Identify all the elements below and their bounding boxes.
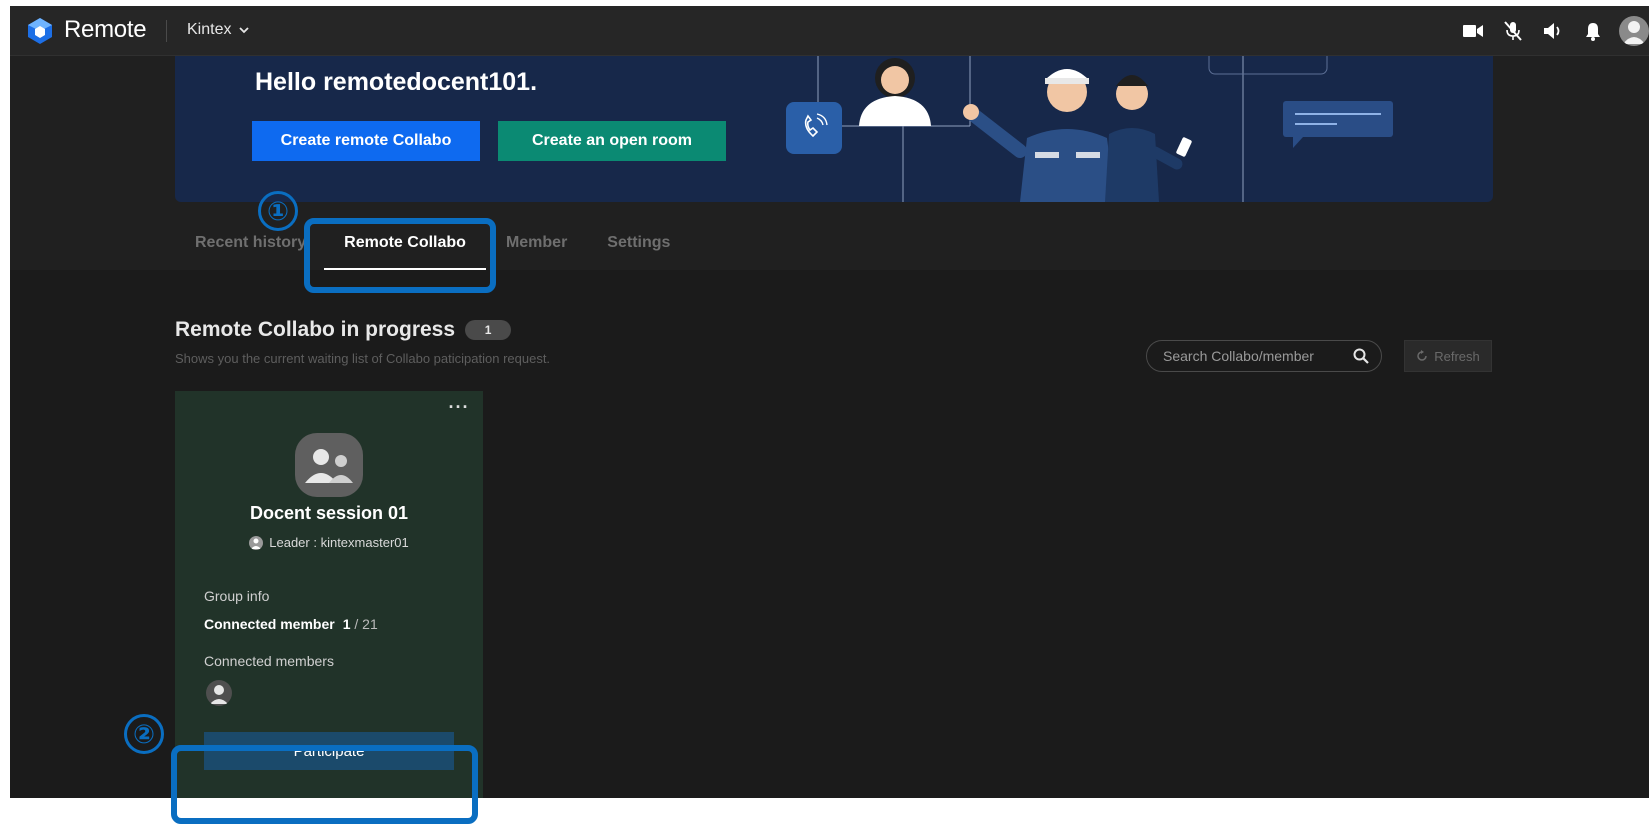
refresh-icon — [1417, 350, 1427, 361]
notifications-button[interactable] — [1573, 6, 1613, 56]
search-icon[interactable] — [1353, 348, 1369, 364]
brand-divider — [166, 20, 167, 42]
camera-icon — [1463, 25, 1483, 37]
main-tabs: Recent history Remote Collabo Member Set… — [195, 218, 670, 270]
collabo-session-card: ··· Docent session 01 Leader : kintexmas… — [175, 391, 483, 798]
group-people-icon — [305, 449, 353, 483]
session-title: Docent session 01 — [249, 503, 409, 523]
connected-member-count: Connected member 1 / 21 — [204, 616, 378, 632]
welcome-banner: Hello remotedocent101. Create remote Col… — [175, 56, 1493, 202]
workspace-name: Kintex — [187, 21, 232, 38]
section-subtitle: Shows you the current waiting list of Co… — [175, 351, 551, 366]
tab-member[interactable]: Member — [506, 218, 567, 270]
section-header: Remote Collabo in progress 1 — [175, 318, 512, 342]
leader-icon — [249, 535, 264, 550]
tab-remote-collabo[interactable]: Remote Collabo — [324, 218, 486, 270]
connected-members-label: Connected members — [204, 653, 334, 669]
participate-button[interactable]: Participate — [204, 732, 454, 770]
more-options-icon[interactable]: ··· — [445, 398, 473, 421]
speaker-icon — [1544, 23, 1560, 39]
create-open-room-button[interactable]: Create an open room — [498, 121, 726, 161]
collaboration-illustration — [786, 56, 1393, 202]
greeting-heading: Hello remotedocent101. — [255, 68, 538, 96]
session-leader: Leader : kintexmaster01 — [175, 535, 483, 550]
search-input[interactable] — [1163, 341, 1343, 371]
app-window: Remote Kintex Hello remotedocent101. Cre… — [10, 6, 1649, 798]
user-avatar-icon[interactable] — [1619, 16, 1649, 46]
top-bar: Remote Kintex — [10, 6, 1649, 56]
top-bar-actions — [1453, 6, 1649, 56]
chevron-down-icon — [239, 26, 250, 33]
section-title: Remote Collabo in progress — [175, 318, 456, 341]
refresh-label: Refresh — [1434, 348, 1480, 364]
bell-icon — [1586, 22, 1600, 41]
member-avatar — [206, 680, 232, 706]
person-icon — [251, 538, 262, 549]
mic-toggle[interactable] — [1493, 6, 1533, 56]
brand-name: Remote — [64, 16, 147, 43]
workspace-selector[interactable]: Kintex — [187, 21, 250, 39]
connected-member-label: Connected member — [204, 616, 335, 632]
speaker-toggle[interactable] — [1533, 6, 1573, 56]
create-remote-collabo-button[interactable]: Create remote Collabo — [252, 121, 480, 161]
remote-logo-icon — [28, 18, 52, 44]
group-info-label: Group info — [204, 588, 270, 604]
connected-total: / 21 — [354, 616, 378, 632]
tab-recent-history[interactable]: Recent history — [195, 218, 306, 270]
connected-count: 1 — [342, 616, 351, 632]
count-badge: 1 — [465, 320, 512, 340]
search-box — [1146, 340, 1382, 372]
leader-name: Leader : kintexmaster01 — [269, 535, 409, 550]
tab-settings[interactable]: Settings — [607, 218, 670, 270]
mic-muted-icon — [1504, 21, 1522, 41]
refresh-button[interactable]: Refresh — [1404, 340, 1492, 372]
group-session-icon — [295, 433, 363, 497]
member-person-icon — [210, 685, 228, 704]
person-silhouette-icon — [1623, 21, 1645, 44]
camera-toggle[interactable] — [1453, 6, 1493, 56]
